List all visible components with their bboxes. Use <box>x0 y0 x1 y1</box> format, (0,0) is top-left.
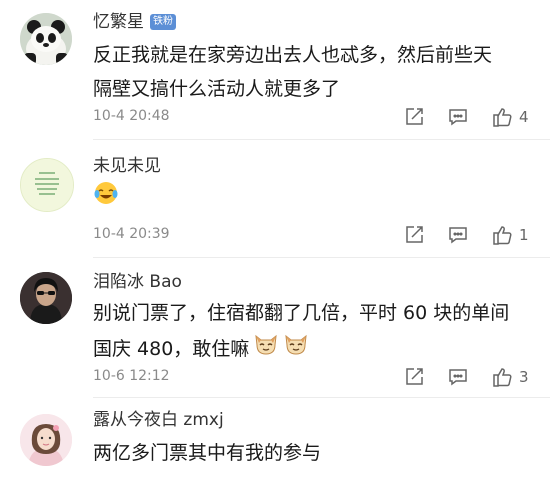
like-count: 4 <box>519 108 529 126</box>
comment-item: 未见未见 10-4 20:39 1 <box>0 140 550 258</box>
comment-item: 露从今夜白 zmxj 两亿多门票其中有我的参与 <box>0 398 550 484</box>
comment-item: 忆繁星 铁粉 反正我就是在家旁边出去人也忒多，然后前些天 隔壁又搞什么活动人就更… <box>0 0 550 140</box>
girl-avatar[interactable] <box>20 414 72 466</box>
cat-face-emoji <box>283 330 309 367</box>
comment-time: 10-4 20:48 <box>93 108 170 124</box>
user-name[interactable]: 未见未见 <box>93 154 161 178</box>
like-count: 1 <box>519 226 529 244</box>
user-name[interactable]: 露从今夜白 zmxj <box>93 408 224 432</box>
comment-text: 反正我就是在家旁边出去人也忒多，然后前些天 隔壁又搞什么活动人就更多了 <box>93 38 533 106</box>
comment-time: 10-4 20:39 <box>93 226 170 242</box>
panda-avatar[interactable] <box>20 13 72 65</box>
comment-item: 泪陷冰 Bao 别说门票了，住宿都翻了几倍，平时 60 块的单间 国庆 480，… <box>0 258 550 398</box>
user-name[interactable]: 忆繁星 <box>93 10 144 34</box>
thumbs-up-icon[interactable] <box>491 106 513 128</box>
like-count: 3 <box>519 368 529 386</box>
comment-text-line: 别说门票了，住宿都翻了几倍，平时 60 块的单间 <box>93 302 510 324</box>
comment-text: 别说门票了，住宿都翻了几倍，平时 60 块的单间 国庆 480，敢住嘛 <box>93 296 533 367</box>
green-text-avatar[interactable] <box>20 158 74 212</box>
cat-face-emoji <box>253 330 279 367</box>
share-icon[interactable] <box>403 224 425 246</box>
comment-meta: 10-4 20:48 4 <box>93 106 533 130</box>
comment-icon[interactable] <box>447 106 469 128</box>
comment-text-line: 反正我就是在家旁边出去人也忒多，然后前些天 <box>93 44 493 66</box>
comment-text-line: 两亿多门票其中有我的参与 <box>93 442 322 464</box>
comment-text <box>93 180 533 217</box>
comment-meta: 10-4 20:39 1 <box>93 224 533 248</box>
comment-time: 10-6 12:12 <box>93 368 170 384</box>
comment-icon[interactable] <box>447 224 469 246</box>
crying-laughing-face-emoji <box>93 180 119 217</box>
comment-icon[interactable] <box>447 366 469 388</box>
comment-text-line-wrapper: 国庆 480，敢住嘛 <box>93 330 533 367</box>
person-sunglasses-avatar[interactable] <box>20 272 72 324</box>
share-icon[interactable] <box>403 106 425 128</box>
comment-meta: 10-6 12:12 3 <box>93 366 533 390</box>
comment-text-line: 国庆 480，敢住嘛 <box>93 337 250 360</box>
comment-text: 两亿多门票其中有我的参与 <box>93 436 533 470</box>
user-name[interactable]: 泪陷冰 Bao <box>93 270 182 294</box>
fan-badge: 铁粉 <box>150 14 176 30</box>
share-icon[interactable] <box>403 366 425 388</box>
comment-text-line: 隔壁又搞什么活动人就更多了 <box>93 78 341 100</box>
thumbs-up-icon[interactable] <box>491 224 513 246</box>
thumbs-up-icon[interactable] <box>491 366 513 388</box>
